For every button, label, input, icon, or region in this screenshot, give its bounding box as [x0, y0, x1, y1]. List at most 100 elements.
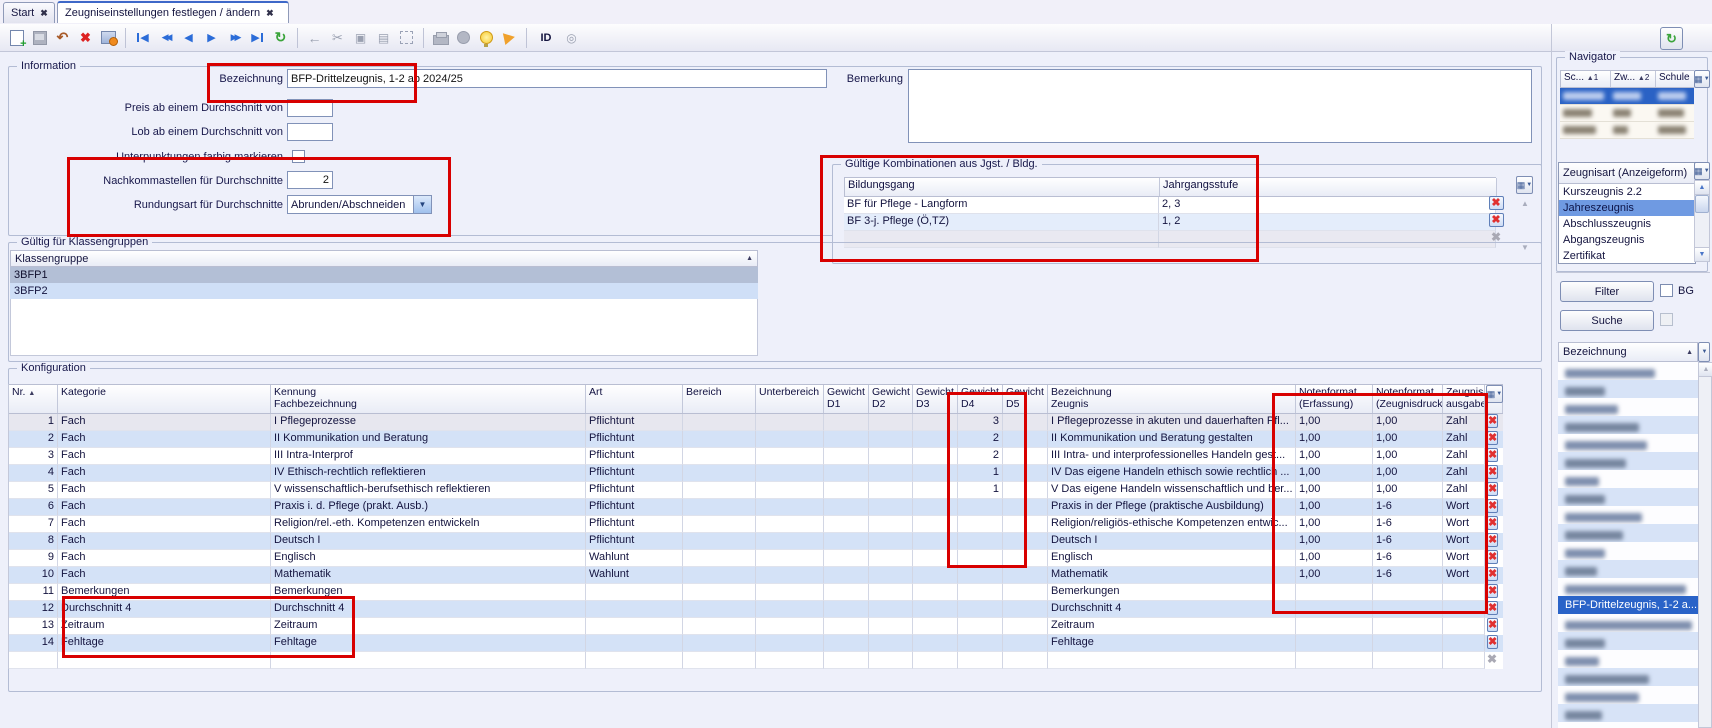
delete-row-button[interactable]: ✖: [1485, 499, 1503, 516]
list-item[interactable]: [1558, 650, 1698, 668]
tab-zeugniseinstellungen[interactable]: Zeugniseinstellungen festlegen / ändern …: [57, 1, 289, 23]
filter-button[interactable]: Filter: [1560, 281, 1654, 302]
delete-row-button[interactable]: ✖: [1485, 465, 1503, 482]
column-header-gewicht-d4[interactable]: Gewicht D4: [958, 385, 1003, 413]
delete-row-button[interactable]: ✖: [1485, 516, 1503, 533]
column-header-bezeichnung-zeugnis[interactable]: Bezeichnung Zeugnis: [1048, 385, 1296, 413]
print-button[interactable]: [430, 27, 451, 48]
delete-button[interactable]: ✖: [75, 27, 96, 48]
next-record-button[interactable]: ▶: [201, 27, 222, 48]
scroll-up-icon[interactable]: ▲: [1699, 363, 1712, 377]
column-header-notenformat-erfassung[interactable]: Notenformat (Erfassung): [1296, 385, 1373, 413]
column-header-gewicht-d3[interactable]: Gewicht D3: [913, 385, 958, 413]
column-header-nr[interactable]: Nr. ▲: [9, 385, 58, 413]
list-item[interactable]: [1558, 362, 1698, 380]
column-header-kennung[interactable]: Kennung Fachbezeichnung: [271, 385, 586, 413]
table-row[interactable]: BF 3-j. Pflege (Ö,TZ) 1, 2: [844, 214, 1496, 231]
rundungsart-select[interactable]: Abrunden/Abschneiden ▼: [287, 195, 432, 214]
unterpunktungen-checkbox[interactable]: [292, 150, 305, 163]
delete-combination-button[interactable]: ✖: [1487, 213, 1505, 227]
delete-row-button[interactable]: ✖: [1485, 618, 1503, 635]
back-button[interactable]: ←: [304, 27, 325, 48]
bezeichnung-scrollbar[interactable]: ▲: [1698, 362, 1712, 728]
list-item[interactable]: [1558, 470, 1698, 488]
list-item[interactable]: [1558, 668, 1698, 686]
id-button[interactable]: ID: [533, 27, 559, 48]
column-options-button[interactable]: ▦▼: [1694, 162, 1710, 180]
preis-input[interactable]: [287, 99, 333, 117]
delete-combination-button[interactable]: ✖: [1487, 196, 1505, 210]
klassengruppe-column-header[interactable]: Klassengruppe ▲: [10, 250, 758, 267]
table-row[interactable]: 12 Durchschnitt 4 Durchschnitt 4 Durchsc…: [9, 601, 1503, 618]
delete-row-button[interactable]: ✖: [1485, 652, 1503, 669]
delete-row-button[interactable]: ✖: [1485, 533, 1503, 550]
table-row[interactable]: 3 Fach III Intra-Interprof Pflichtunt 2 …: [9, 448, 1503, 465]
hint-button[interactable]: [476, 27, 497, 48]
column-header-gewicht-d1[interactable]: Gewicht D1: [824, 385, 869, 413]
table-row[interactable]: 11 Bemerkungen Bemerkungen Bemerkungen: [9, 584, 1503, 601]
list-item[interactable]: Abgangszeugnis: [1559, 232, 1695, 248]
column-options-button[interactable]: ▦▼: [1694, 70, 1710, 88]
table-row[interactable]: [1560, 105, 1694, 122]
new-record-button[interactable]: [6, 27, 27, 48]
list-item[interactable]: [1558, 704, 1698, 722]
table-row[interactable]: 10 Fach Mathematik Wahlunt Mathematik 1,…: [9, 567, 1503, 584]
list-item[interactable]: Kurszeugnis 2.2: [1559, 184, 1695, 200]
list-item[interactable]: [1558, 524, 1698, 542]
list-item[interactable]: [1558, 416, 1698, 434]
column-header-zweig[interactable]: Zw... ▲2: [1611, 71, 1656, 87]
list-item[interactable]: 3BFP1: [10, 267, 758, 283]
column-header-bildungsgang[interactable]: Bildungsgang: [845, 178, 1160, 196]
scroll-up-icon[interactable]: ▲: [1695, 181, 1709, 195]
list-item[interactable]: [1558, 560, 1698, 578]
prev-record-button[interactable]: ◀: [178, 27, 199, 48]
column-header-unterbereich[interactable]: Unterbereich: [756, 385, 824, 413]
list-item[interactable]: [1558, 488, 1698, 506]
last-record-button[interactable]: ▶: [247, 27, 268, 48]
record-button[interactable]: [453, 27, 474, 48]
column-header-art[interactable]: Art: [586, 385, 683, 413]
help-button[interactable]: ◎: [561, 27, 582, 48]
prev-fast-button[interactable]: ◀◀: [155, 27, 176, 48]
zeugnisart-header[interactable]: Zeugnisart (Anzeigeform): [1559, 163, 1695, 184]
list-item[interactable]: 3BFP2: [10, 283, 758, 299]
column-options-button[interactable]: ▦▼: [1516, 176, 1533, 194]
scroll-up-icon[interactable]: ▲: [1521, 199, 1529, 208]
table-row[interactable]: 1 Fach I Pflegeprozesse Pflichtunt 3 I P…: [9, 414, 1503, 431]
list-item[interactable]: [1558, 578, 1698, 596]
bezeichnung-input[interactable]: [287, 69, 827, 88]
table-row[interactable]: BF für Pflege - Langform 2, 3: [844, 197, 1496, 214]
delete-row-button[interactable]: ✖: [1485, 414, 1503, 431]
delete-row-button[interactable]: ✖: [1485, 635, 1503, 652]
scrollbar-thumb[interactable]: [1695, 195, 1709, 213]
table-row[interactable]: 14 Fehltage Fehltage Fehltage ✖: [9, 635, 1503, 652]
zeugnisart-scrollbar[interactable]: ▲ ▼: [1694, 180, 1710, 262]
undo-button[interactable]: ↶: [52, 27, 73, 48]
list-item[interactable]: [1558, 686, 1698, 704]
list-item[interactable]: [1558, 632, 1698, 650]
column-header-schule[interactable]: Schule: [1656, 71, 1695, 87]
column-header-kategorie[interactable]: Kategorie: [58, 385, 271, 413]
table-row[interactable]: ✖: [9, 652, 1503, 669]
delete-row-button[interactable]: ✖: [1485, 448, 1503, 465]
list-item[interactable]: Jahreszeugnis: [1559, 200, 1695, 216]
scroll-down-icon[interactable]: ▼: [1695, 247, 1709, 261]
table-row[interactable]: 13 Zeitraum Zeitraum Zeitraum ✖: [9, 618, 1503, 635]
list-item[interactable]: [1558, 434, 1698, 452]
column-options-button[interactable]: ▼: [1698, 342, 1710, 362]
list-item[interactable]: Zertifikat: [1559, 248, 1695, 264]
bezeichnung-column-header[interactable]: Bezeichnung ▲: [1558, 342, 1698, 362]
paste-button[interactable]: ▤: [373, 27, 394, 48]
notify-button[interactable]: [499, 27, 520, 48]
copy-button[interactable]: ▣: [350, 27, 371, 48]
list-item[interactable]: BFP-Drittelzeugnis, 1-2 a...: [1558, 596, 1698, 614]
refresh-button[interactable]: ↻: [270, 27, 291, 48]
table-row[interactable]: [1560, 88, 1694, 105]
list-item[interactable]: [1558, 614, 1698, 632]
sync-button[interactable]: ↻: [1660, 27, 1683, 50]
nachkomma-input[interactable]: [287, 171, 333, 189]
column-header-gewicht-d5[interactable]: Gewicht D5: [1003, 385, 1048, 413]
delete-row-button[interactable]: ✖: [1485, 567, 1503, 584]
save-button[interactable]: [29, 27, 50, 48]
column-header-bereich[interactable]: Bereich: [683, 385, 756, 413]
